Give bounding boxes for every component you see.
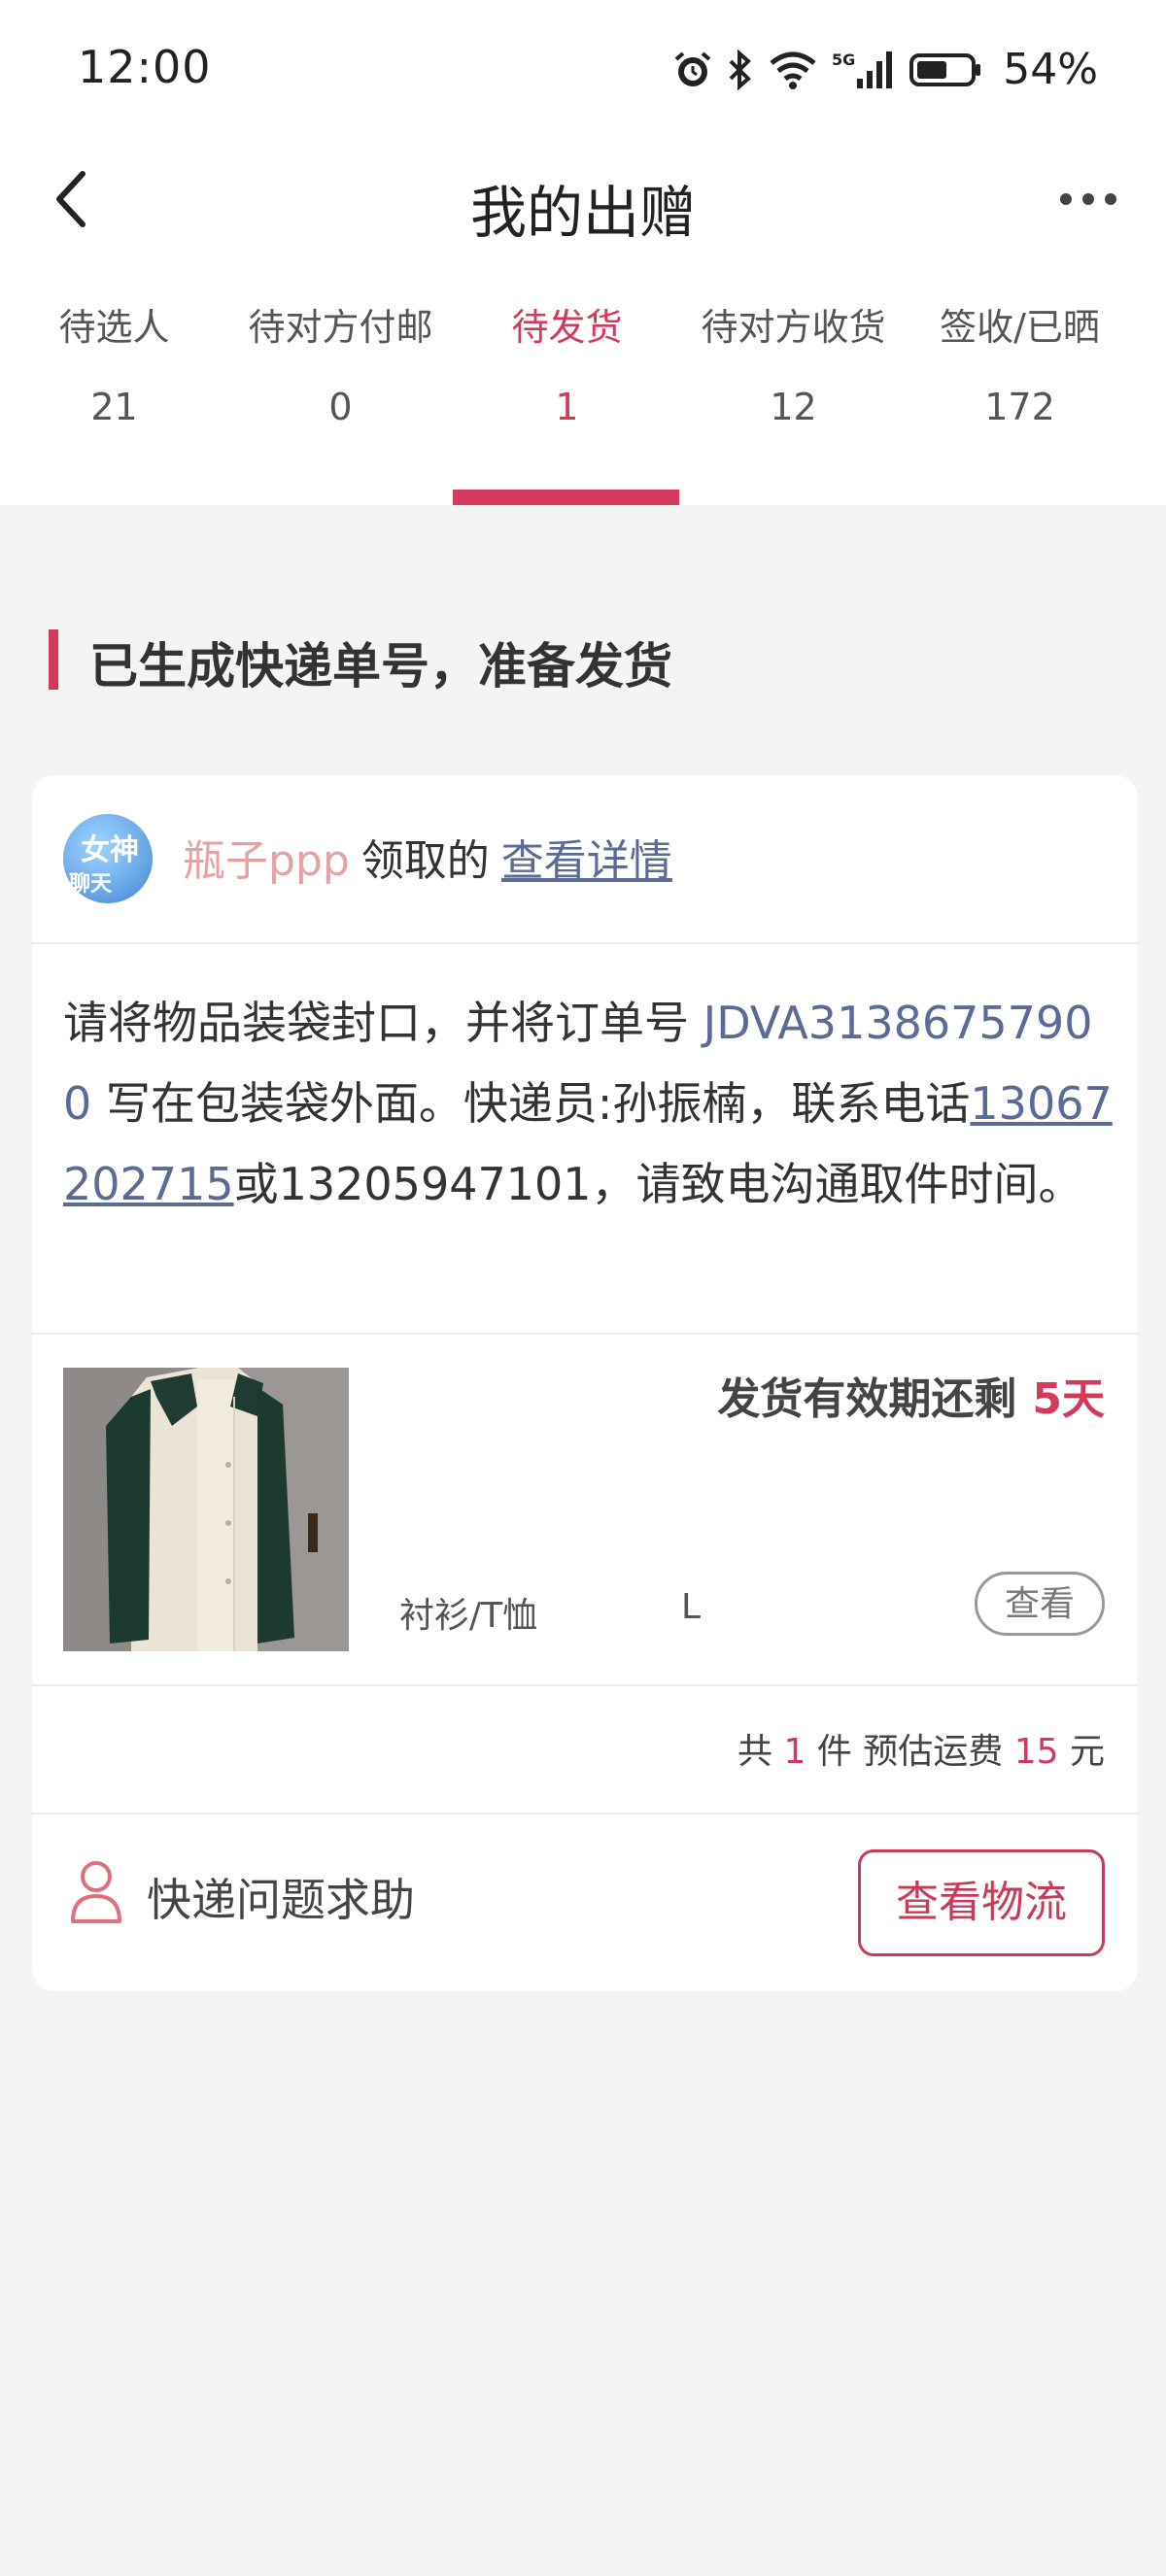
recipient-row: 女神 聊天 瓶子ppp 领取的 查看详情: [32, 775, 1138, 944]
view-details-link[interactable]: 查看详情: [501, 836, 672, 886]
section-accent-bar: [49, 629, 58, 690]
shirt-image: [63, 1368, 349, 1651]
section-title: 已生成快递单号，准备发货: [89, 638, 672, 695]
avatar-text: 女神: [81, 833, 139, 867]
deadline-days: 5天: [1032, 1374, 1105, 1424]
status-icons: 5G 54%: [672, 45, 1098, 94]
tab-count: 12: [770, 386, 817, 428]
instruction-part: 写在包装袋外面。快递员:孙振楠，联系电话: [91, 1077, 971, 1130]
tab-pending-select[interactable]: 待选人 21: [0, 262, 226, 505]
avatar[interactable]: 女神 聊天: [63, 814, 153, 903]
claimed-text: 领取的: [360, 836, 490, 886]
summary-row: 共 1 件 预估运费 15 元: [32, 1686, 1138, 1814]
person-icon[interactable]: [67, 1857, 125, 1925]
battery-icon: [909, 50, 983, 90]
section-header: 已生成快递单号，准备发货: [0, 505, 1166, 738]
tab-count: 21: [90, 386, 138, 428]
shipping-summary: 共 1 件 预估运费 15 元: [737, 1723, 1105, 1774]
recipient-name[interactable]: 瓶子ppp: [183, 836, 350, 886]
tab-label: 签收/已晒: [940, 306, 1100, 349]
top-area: 12:00 5G 54% 我的出赠 待选人 21 待对方付邮 0 待发货 1 待…: [0, 0, 1166, 505]
tab-count: 1: [555, 386, 579, 428]
summary-prefix: 共: [737, 1732, 772, 1772]
avatar-text: 聊天: [69, 872, 113, 897]
courier-help-link[interactable]: 快递问题求助: [147, 1865, 415, 1929]
shipping-fee: 15: [1013, 1732, 1059, 1772]
instruction-part: 请将物品装袋封口，并将订单号: [63, 997, 703, 1049]
more-button[interactable]: [1049, 165, 1127, 233]
more-dots-icon: [1060, 193, 1116, 205]
alarm-icon: [672, 50, 713, 90]
tab-pending-ship[interactable]: 待发货 1: [453, 262, 679, 505]
product-row: 发货有效期还剩 5天 衬衫/T恤 L 查看: [32, 1335, 1138, 1686]
deadline-label: 发货有效期还剩: [717, 1374, 1017, 1424]
tab-pending-postage[interactable]: 待对方付邮 0: [226, 262, 453, 505]
instruction-part: 或13205947101，请致电沟通取件时间。: [233, 1158, 1083, 1210]
product-image[interactable]: [63, 1368, 349, 1651]
status-time: 12:00: [78, 41, 212, 93]
svg-text:5G: 5G: [832, 51, 855, 69]
view-product-button[interactable]: 查看: [975, 1572, 1105, 1636]
help-row: 快递问题求助 查看物流: [32, 1814, 1138, 1991]
instruction-row: 请将物品装袋封口，并将订单号 JDVA31386757900 写在包装袋外面。快…: [32, 944, 1138, 1335]
bluetooth-icon: [727, 49, 754, 90]
wifi-icon: [768, 50, 818, 90]
instruction-text: 请将物品装袋封口，并将订单号 JDVA31386757900 写在包装袋外面。快…: [63, 983, 1113, 1225]
ship-deadline: 发货有效期还剩 5天: [717, 1364, 1105, 1426]
product-size: L: [681, 1587, 702, 1627]
item-count: 1: [783, 1732, 806, 1772]
tab-count: 172: [984, 386, 1055, 428]
tab-pending-receive[interactable]: 待对方收货 12: [679, 262, 906, 505]
view-logistics-button[interactable]: 查看物流: [858, 1849, 1105, 1956]
tab-signed[interactable]: 签收/已晒 172: [906, 262, 1132, 505]
product-category: 衬衫/T恤: [399, 1596, 538, 1636]
tab-label: 待对方收货: [701, 306, 886, 349]
recipient-line: 瓶子ppp 领取的 查看详情: [183, 826, 672, 888]
summary-mid: 件 预估运费: [816, 1732, 1004, 1772]
tab-label: 待选人: [58, 306, 170, 349]
tab-label: 待发货: [511, 306, 623, 349]
order-card: 女神 聊天 瓶子ppp 领取的 查看详情 请将物品装袋封口，并将订单号 JDVA31…: [32, 775, 1138, 1991]
tab-count: 0: [328, 386, 353, 428]
signal-5g-icon: 5G: [832, 50, 896, 90]
page-title: 我的出赠: [469, 180, 696, 246]
nav-bar: 我的出赠: [0, 146, 1166, 262]
summary-suffix: 元: [1069, 1732, 1105, 1772]
tab-label: 待对方付邮: [248, 306, 433, 349]
status-bar: 12:00 5G 54%: [0, 0, 1166, 146]
battery-percent: 54%: [1003, 45, 1098, 94]
status-tabs: 待选人 21 待对方付邮 0 待发货 1 待对方收货 12 签收/已晒 172: [0, 262, 1166, 505]
